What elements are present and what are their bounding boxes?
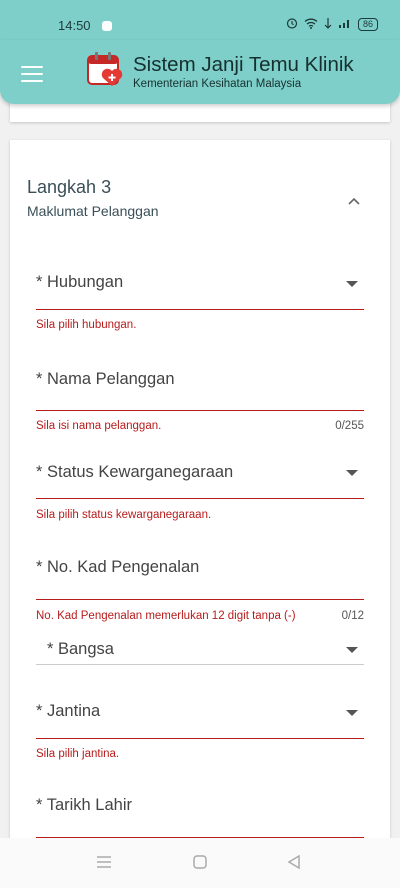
nama-pelanggan-input[interactable]: * Nama Pelanggan Sila isi nama pelanggan…: [36, 368, 364, 432]
hubungan-label: * Hubungan: [36, 273, 124, 291]
back-icon[interactable]: [287, 854, 301, 874]
wifi-icon: [304, 17, 318, 32]
hubungan-select[interactable]: * Hubungan Sila pilih hubungan.: [36, 270, 364, 331]
jantina-label: * Jantina: [36, 702, 101, 720]
app-title: Sistem Janji Temu Klinik: [133, 53, 354, 76]
nama-pelanggan-counter: 0/255: [335, 420, 364, 432]
alarm-icon: [286, 17, 298, 32]
bangsa-select[interactable]: * Bangsa: [36, 638, 364, 666]
volte-icon: [324, 17, 332, 32]
bangsa-underline: [36, 664, 364, 665]
jantina-error: Sila pilih jantina.: [36, 748, 120, 760]
kad-pengenalan-underline: [36, 599, 364, 600]
kad-pengenalan-counter: 0/12: [341, 610, 364, 622]
dropdown-arrow-icon: [346, 647, 358, 653]
tarikh-lahir-input[interactable]: * Tarikh Lahir: [36, 794, 364, 840]
step-title: Langkah 3: [27, 177, 112, 197]
home-icon[interactable]: [193, 855, 207, 874]
kewarganegaraan-error: Sila pilih status kewarganegaraan.: [36, 509, 212, 521]
status-time: 14:50: [58, 18, 91, 33]
nama-pelanggan-underline: [36, 410, 364, 411]
step-card: Langkah 3 Maklumat Pelanggan * Hubungan …: [10, 140, 390, 860]
kad-pengenalan-label: * No. Kad Pengenalan: [36, 558, 200, 576]
system-nav-bar: [0, 838, 400, 888]
app-header: Sistem Janji Temu Klinik Kementerian Kes…: [0, 40, 400, 104]
recents-icon[interactable]: [96, 855, 112, 874]
chevron-up-icon[interactable]: [348, 192, 360, 205]
nama-pelanggan-label: * Nama Pelanggan: [36, 370, 175, 388]
dropdown-arrow-icon: [346, 281, 358, 287]
signal-icon: [338, 17, 352, 32]
tarikh-lahir-label: * Tarikh Lahir: [36, 796, 132, 814]
step-subtitle: Maklumat Pelanggan: [27, 203, 159, 219]
dropdown-arrow-icon: [346, 470, 358, 476]
kad-pengenalan-input[interactable]: * No. Kad Pengenalan No. Kad Pengenalan …: [36, 558, 364, 622]
hubungan-underline: [36, 309, 364, 310]
dropdown-arrow-icon: [346, 710, 358, 716]
kewarganegaraan-label: * Status Kewarganegaraan: [36, 463, 234, 481]
kewarganegaraan-select[interactable]: * Status Kewarganegaraan Sila pilih stat…: [36, 462, 364, 524]
jantina-underline: [36, 738, 364, 739]
hubungan-error: Sila pilih hubungan.: [36, 319, 137, 331]
menu-icon[interactable]: [21, 66, 43, 82]
clinic-logo: [86, 50, 126, 90]
jantina-select[interactable]: * Jantina Sila pilih jantina.: [36, 702, 364, 762]
kad-pengenalan-error: No. Kad Pengenalan memerlukan 12 digit t…: [36, 610, 296, 622]
battery-icon: 86: [357, 18, 378, 31]
status-icons: 86: [286, 17, 378, 32]
kewarganegaraan-underline: [36, 498, 364, 499]
app-subtitle: Kementerian Kesihatan Malaysia: [133, 78, 302, 90]
notification-icon: [102, 21, 112, 31]
bangsa-label: * Bangsa: [47, 640, 114, 658]
nama-pelanggan-error: Sila isi nama pelanggan.: [36, 420, 162, 432]
